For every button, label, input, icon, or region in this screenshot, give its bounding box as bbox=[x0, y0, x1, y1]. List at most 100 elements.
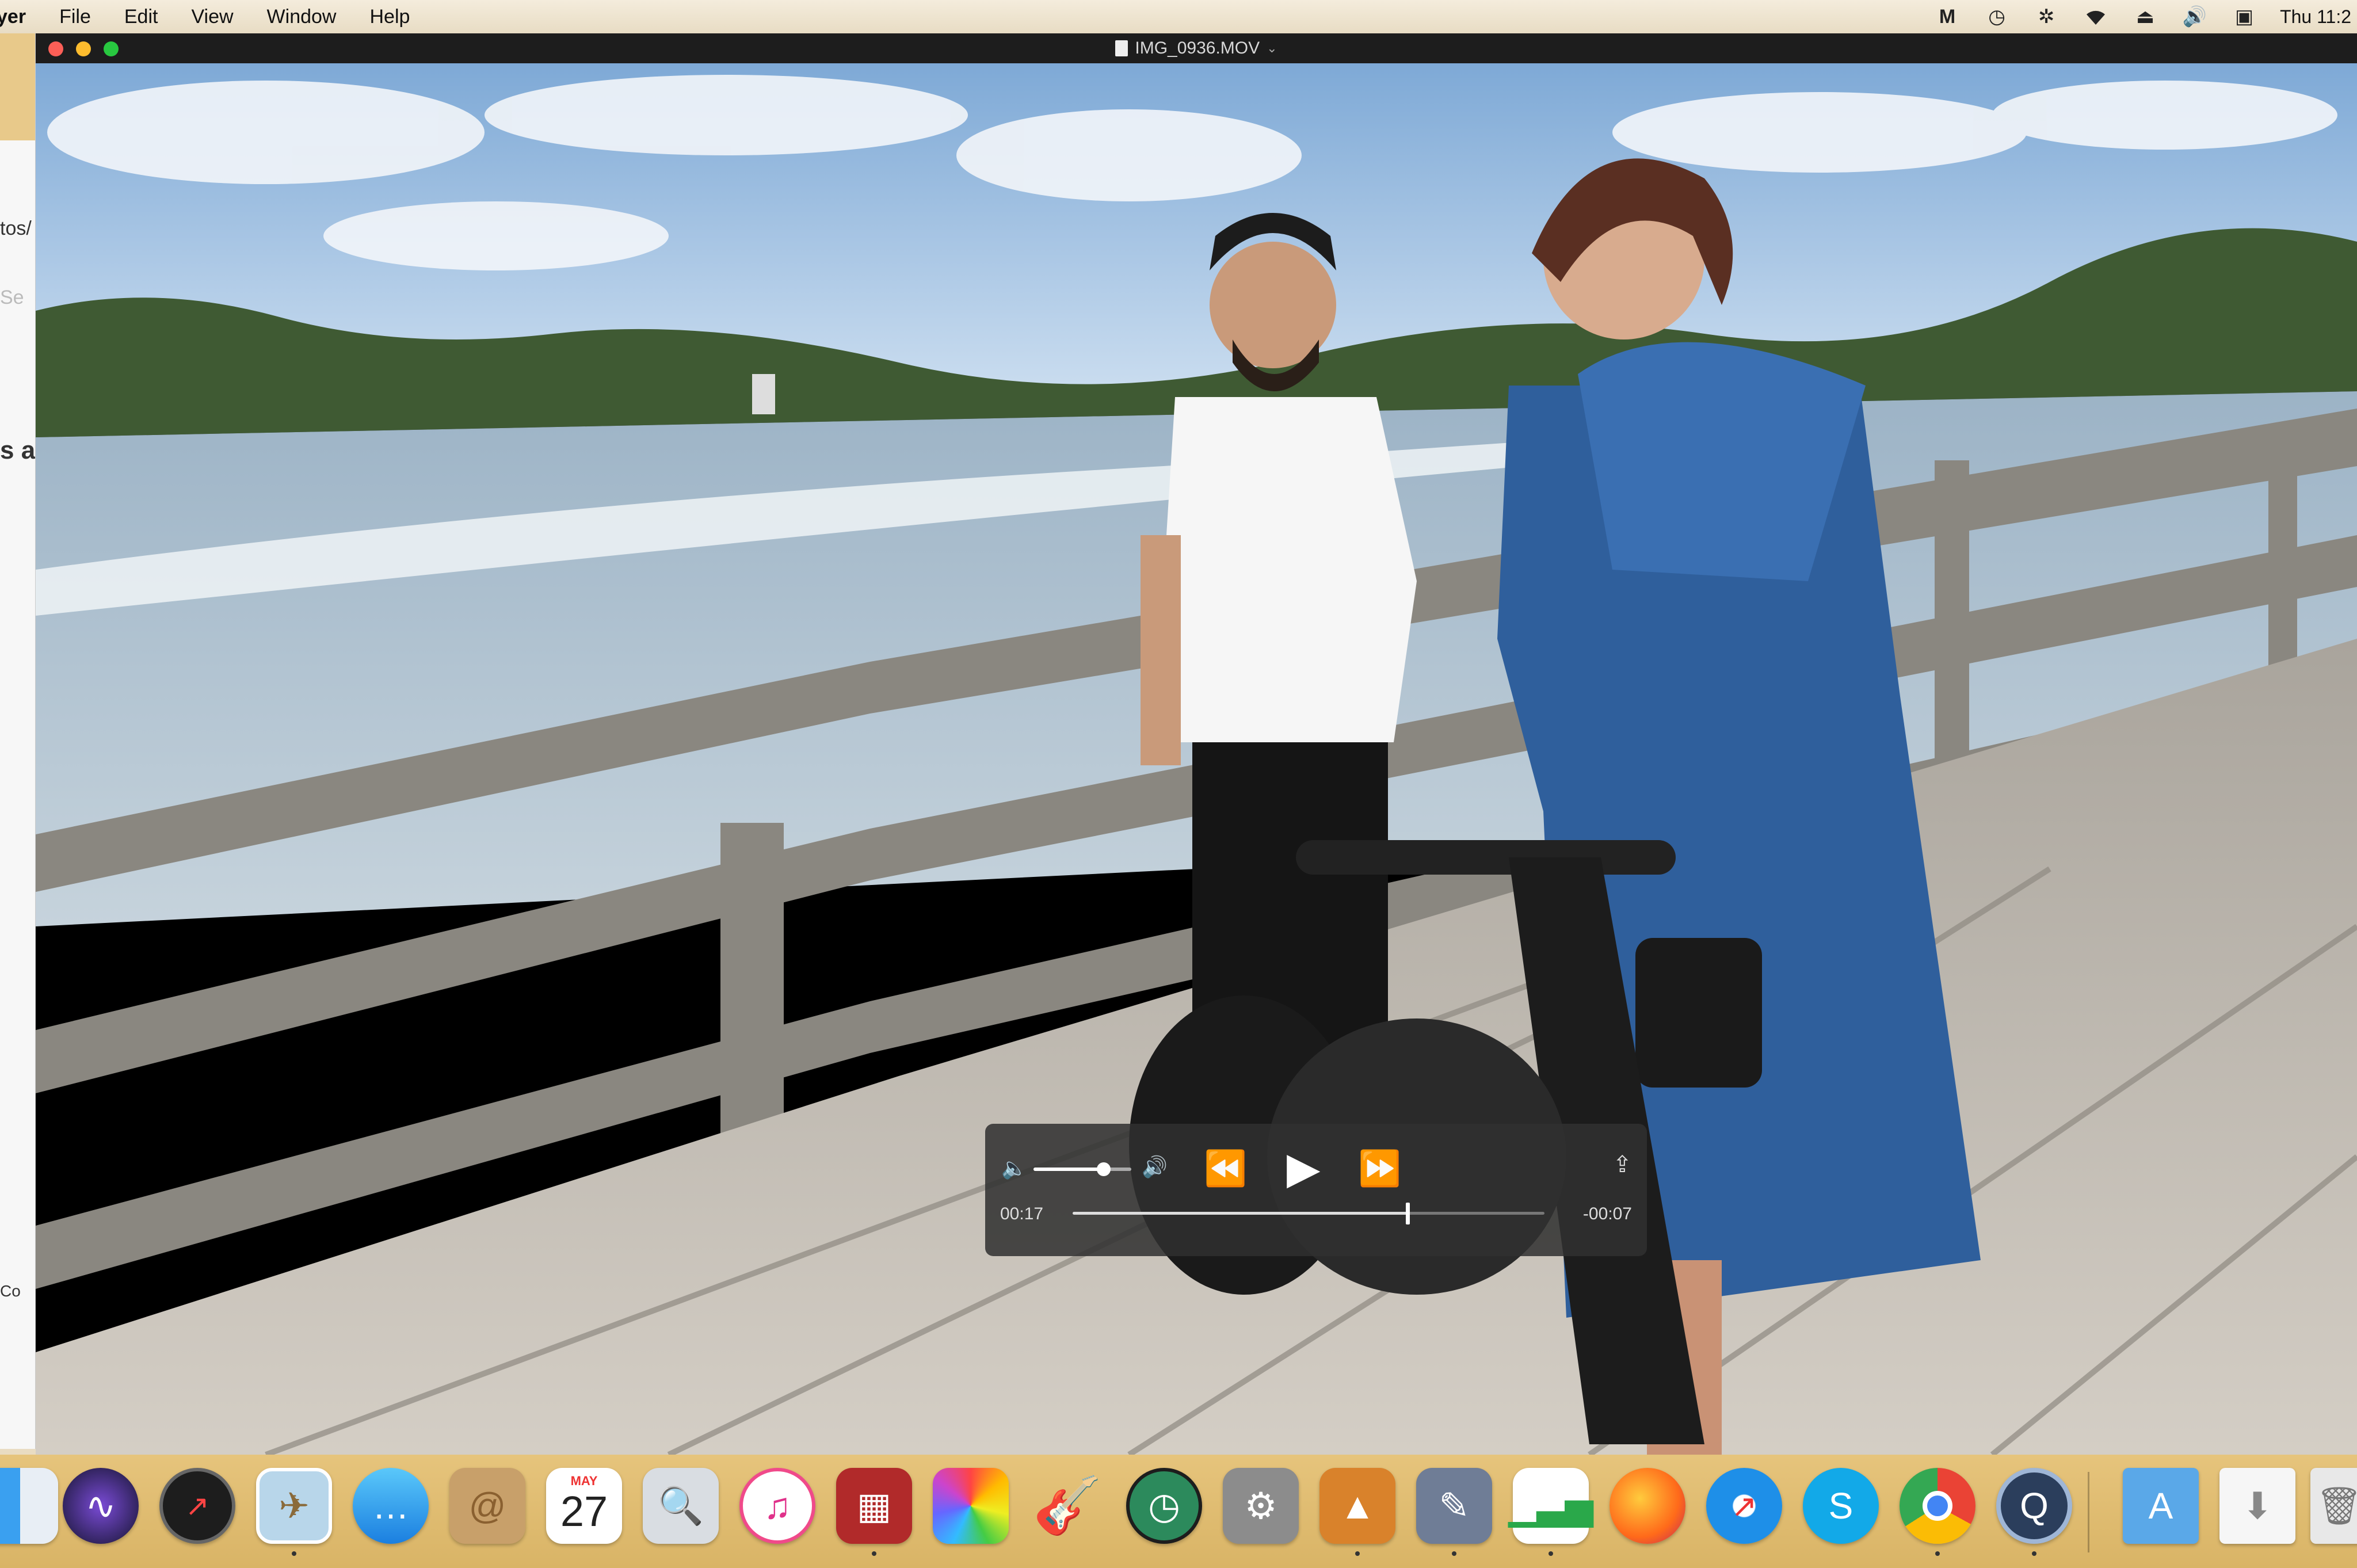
window-titlebar[interactable]: IMG_0936.MOV ⌄ bbox=[36, 33, 2357, 63]
dashboard-icon: ↗ bbox=[159, 1468, 235, 1544]
dock-item-safari[interactable]: ↗ bbox=[1701, 1463, 1787, 1549]
close-button[interactable] bbox=[48, 41, 63, 56]
running-indicator bbox=[872, 1551, 876, 1556]
keynote-icon: ▲ bbox=[1319, 1468, 1395, 1544]
elapsed-time: 00:17 bbox=[1000, 1204, 1044, 1223]
calendar-month: MAY bbox=[570, 1474, 598, 1488]
share-icon[interactable]: ⇪ bbox=[1612, 1151, 1632, 1178]
trash-icon: 🗑 bbox=[2310, 1468, 2357, 1544]
dock-item-messages[interactable]: … bbox=[348, 1463, 434, 1549]
dock-item-quicktime[interactable]: Q bbox=[1991, 1463, 2077, 1556]
background-text-fragment: Se bbox=[0, 287, 24, 308]
menu-help[interactable]: Help bbox=[369, 6, 410, 28]
menu-app-name[interactable]: yer bbox=[0, 6, 26, 28]
contacts-icon: @ bbox=[449, 1468, 525, 1544]
system-preferences-icon: ⚙ bbox=[1223, 1468, 1299, 1544]
dock-item-siri[interactable]: ∿ bbox=[58, 1463, 144, 1549]
wifi-icon[interactable] bbox=[2082, 5, 2110, 28]
playback-controls[interactable]: 🔈 🔊 ⏪ ▶ ⏩ ⇪ 00:17 -00:07 bbox=[985, 1124, 1647, 1256]
bluetooth-icon[interactable]: ✲ bbox=[2032, 5, 2060, 28]
running-indicator bbox=[1549, 1551, 1553, 1556]
dock-item-contacts[interactable]: @ bbox=[444, 1463, 531, 1549]
dock-item-image-capture[interactable]: 🔍 bbox=[638, 1463, 724, 1549]
app-menu: yer File Edit View Window Help bbox=[0, 6, 443, 28]
document-icon bbox=[1115, 40, 1128, 56]
skype-icon: S bbox=[1803, 1468, 1879, 1544]
volume-knob[interactable] bbox=[1097, 1162, 1111, 1176]
preview-icon: ✈ bbox=[256, 1468, 332, 1544]
dock-item-photos[interactable] bbox=[928, 1463, 1014, 1549]
menu-view[interactable]: View bbox=[191, 6, 233, 28]
applications-folder-icon: A bbox=[2123, 1468, 2199, 1544]
menu-file[interactable]: File bbox=[59, 6, 91, 28]
dock: ∿ ↗ ✈ … @ MAY 27 🔍 ♫ ▦ 🎸 ◷ ⚙ ▲ ✎ ▁▃▅ ↗ S… bbox=[0, 1455, 2357, 1568]
running-indicator bbox=[292, 1551, 296, 1556]
dock-item-chrome[interactable] bbox=[1894, 1463, 1981, 1556]
zoom-button[interactable] bbox=[104, 41, 119, 56]
background-window[interactable]: tos/ Se s a Co bbox=[0, 33, 36, 1449]
dock-item-script-editor[interactable]: ✎ bbox=[1411, 1463, 1497, 1556]
playhead[interactable] bbox=[1406, 1203, 1410, 1224]
dock-item-trash[interactable]: 🗑 bbox=[2296, 1463, 2357, 1549]
menu-clock[interactable]: Thu 11:2 bbox=[2280, 6, 2357, 28]
chrome-icon bbox=[1900, 1468, 1975, 1544]
script-editor-icon: ✎ bbox=[1416, 1468, 1492, 1544]
window-title-text: IMG_0936.MOV bbox=[1135, 39, 1260, 58]
background-text-fragment: Co bbox=[0, 1282, 21, 1300]
quicktime-window[interactable]: IMG_0936.MOV ⌄ 🔈 🔊 ⏪ ▶ ⏩ ⇪ 00:17 -00:07 bbox=[36, 33, 2357, 1455]
minimize-button[interactable] bbox=[76, 41, 91, 56]
calendar-icon: MAY 27 bbox=[546, 1468, 622, 1544]
numbers-icon: ▁▃▅ bbox=[1508, 1468, 1593, 1544]
time-machine-icon: ◷ bbox=[1126, 1468, 1202, 1544]
dock-item-time-machine[interactable]: ◷ bbox=[1121, 1463, 1207, 1549]
eject-icon[interactable]: ⏏ bbox=[2131, 5, 2159, 28]
photo-booth-icon: ▦ bbox=[836, 1468, 912, 1544]
volume-slider[interactable] bbox=[1033, 1162, 1131, 1176]
garageband-icon: 🎸 bbox=[1033, 1475, 1102, 1536]
menu-window[interactable]: Window bbox=[267, 6, 337, 28]
fast-forward-button[interactable]: ⏩ bbox=[1358, 1148, 1401, 1189]
running-indicator bbox=[2032, 1551, 2036, 1556]
display-icon[interactable]: ▣ bbox=[2230, 5, 2258, 28]
siri-icon: ∿ bbox=[63, 1468, 139, 1544]
dock-item-garageband[interactable]: 🎸 bbox=[1024, 1463, 1111, 1549]
quicktime-icon: Q bbox=[1996, 1468, 2072, 1544]
dock-item-dashboard[interactable]: ↗ bbox=[154, 1463, 241, 1549]
dock-item-numbers[interactable]: ▁▃▅ bbox=[1508, 1463, 1594, 1556]
time-machine-icon[interactable]: ◷ bbox=[1983, 5, 2011, 28]
play-button[interactable]: ▶ bbox=[1287, 1142, 1320, 1193]
running-indicator bbox=[1452, 1551, 1456, 1556]
background-window-header bbox=[0, 33, 35, 140]
rewind-button[interactable]: ⏪ bbox=[1204, 1148, 1247, 1189]
window-title[interactable]: IMG_0936.MOV ⌄ bbox=[1115, 39, 1277, 58]
dock-item-skype[interactable]: S bbox=[1798, 1463, 1884, 1549]
dock-item-calendar[interactable]: MAY 27 bbox=[541, 1463, 627, 1549]
dock-item-itunes[interactable]: ♫ bbox=[734, 1463, 821, 1549]
volume-low-icon[interactable]: 🔈 bbox=[1001, 1156, 1027, 1180]
dock-item-system-preferences[interactable]: ⚙ bbox=[1218, 1463, 1304, 1549]
status-area: M ◷ ✲ ⏏ 🔊 ▣ Thu 11:2 bbox=[1933, 0, 2357, 33]
dock-item-photo-booth[interactable]: ▦ bbox=[831, 1463, 917, 1556]
menu-edit[interactable]: Edit bbox=[124, 6, 158, 28]
chevron-down-icon[interactable]: ⌄ bbox=[1267, 41, 1277, 56]
volume-icon[interactable]: 🔊 bbox=[2181, 5, 2209, 28]
dock-item-preview[interactable]: ✈ bbox=[251, 1463, 337, 1556]
scrubber-played bbox=[1073, 1212, 1408, 1215]
dock-item-firefox[interactable] bbox=[1604, 1463, 1691, 1549]
dock-item-downloads[interactable]: ⬇ bbox=[2214, 1463, 2301, 1549]
background-text-fragment: s a bbox=[0, 436, 36, 464]
dock-item-applications[interactable]: A bbox=[2118, 1463, 2204, 1549]
dock-separator bbox=[2088, 1472, 2089, 1552]
dock-item-finder[interactable] bbox=[0, 1463, 63, 1549]
volume-high-icon[interactable]: 🔊 bbox=[1142, 1155, 1168, 1179]
menu-bar: yer File Edit View Window Help M ◷ ✲ ⏏ 🔊… bbox=[0, 0, 2357, 33]
background-text-fragment: tos/ bbox=[0, 218, 32, 239]
channel-marker bbox=[752, 374, 775, 414]
safari-icon: ↗ bbox=[1706, 1468, 1782, 1544]
calendar-day: 27 bbox=[560, 1487, 608, 1535]
dock-item-keynote[interactable]: ▲ bbox=[1314, 1463, 1401, 1556]
image-capture-icon: 🔍 bbox=[643, 1468, 719, 1544]
running-indicator bbox=[1935, 1551, 1940, 1556]
malwarebytes-icon[interactable]: M bbox=[1933, 5, 1961, 28]
scrubber[interactable] bbox=[1073, 1203, 1544, 1224]
